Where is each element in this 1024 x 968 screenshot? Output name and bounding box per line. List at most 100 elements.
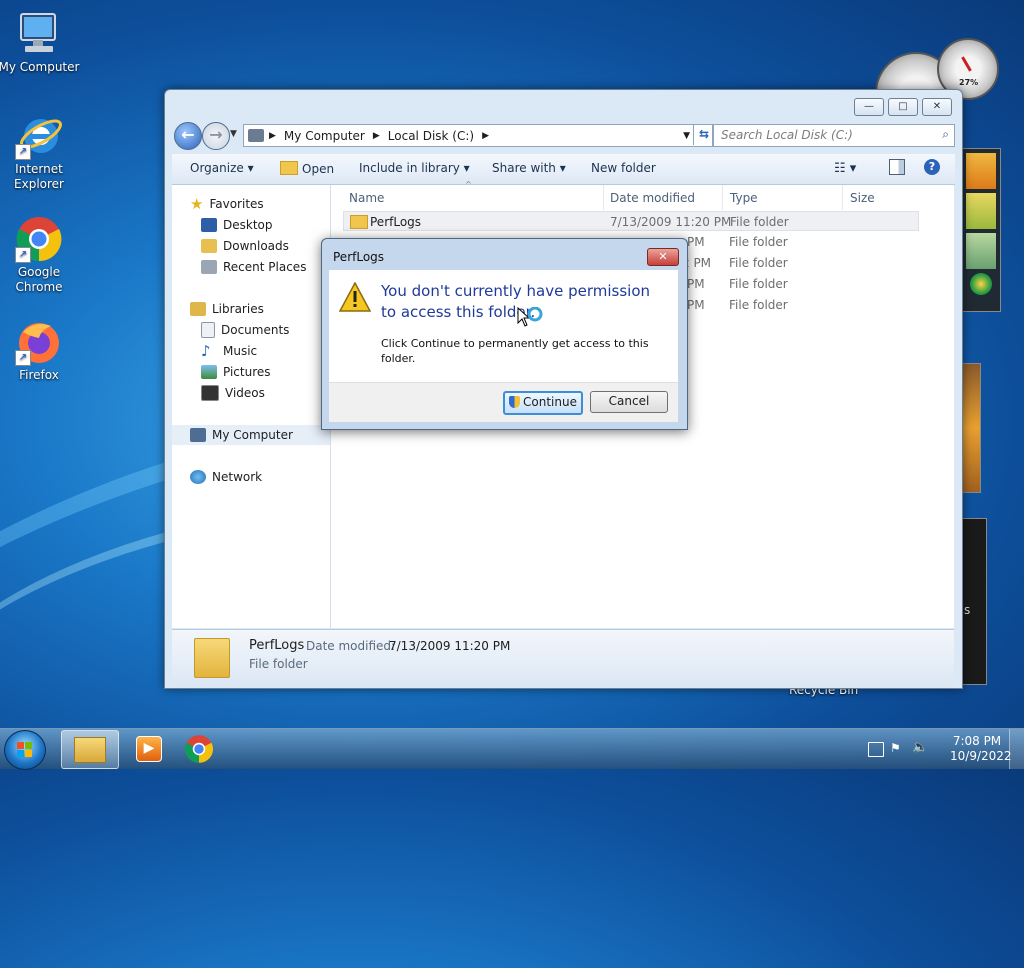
file-date: PM — [687, 298, 705, 312]
dialog-close-button[interactable]: ✕ — [647, 248, 679, 266]
desktop-icon-google-chrome[interactable]: ↗ Google Chrome — [0, 215, 81, 295]
maximize-button[interactable]: □ — [888, 98, 918, 116]
puzzle-gadget[interactable] — [961, 363, 981, 493]
desktop-icon-internet-explorer[interactable]: ↗ Internet Explorer — [0, 112, 81, 192]
nav-pictures[interactable]: Pictures — [201, 362, 271, 382]
desktop-icon-label: Internet — [15, 162, 63, 176]
desktop-icon-label: Google — [17, 265, 61, 279]
breadcrumb-local-disk[interactable]: Local Disk (C:) — [388, 129, 474, 143]
computer-icon — [15, 10, 63, 58]
file-date: PM — [687, 235, 705, 249]
include-in-library-button[interactable]: Include in library ▾ — [359, 161, 470, 175]
nav-desktop[interactable]: Desktop — [201, 215, 273, 235]
clock[interactable]: 7:08 PM 10/9/2022 — [950, 734, 1012, 764]
shortcut-arrow-icon: ↗ — [15, 247, 31, 263]
breadcrumb-my-computer[interactable]: My Computer — [284, 129, 365, 143]
downloads-folder-icon — [201, 239, 217, 253]
close-button[interactable]: ✕ — [922, 98, 952, 116]
volume-icon[interactable]: 🔈 — [912, 740, 928, 755]
command-bar: Organize ▾ Open Include in library ▾ Sha… — [172, 154, 955, 185]
details-date-value: 7/13/2009 11:20 PM — [389, 639, 511, 653]
network-tray-icon[interactable] — [868, 742, 884, 757]
address-bar[interactable]: ▶ My Computer ▶ Local Disk (C:) ▶ ▼ ⇆ — [243, 124, 713, 147]
forward-button[interactable]: → — [202, 122, 230, 150]
change-view-icon[interactable]: ☷ ▾ — [834, 161, 856, 176]
permission-dialog[interactable]: PerfLogs ✕ You don't currently have perm… — [321, 238, 688, 430]
gauge-needle-icon — [961, 56, 972, 72]
file-type: File folder — [730, 215, 789, 229]
breadcrumb-separator-icon[interactable]: ▶ — [482, 131, 489, 141]
open-button[interactable]: Open — [280, 161, 334, 176]
details-type: File folder — [249, 657, 308, 671]
preview-pane-icon[interactable] — [889, 159, 905, 175]
taskbar-chrome-button[interactable] — [184, 730, 240, 767]
file-name: PerfLogs — [370, 215, 422, 229]
internet-explorer-icon: ↗ — [15, 112, 63, 160]
nav-network[interactable]: Network — [190, 467, 262, 487]
large-folder-icon — [194, 638, 230, 678]
windows-logo-icon — [17, 742, 33, 758]
breadcrumb-separator-icon[interactable]: ▶ — [269, 131, 276, 141]
desktop-icon-my-computer[interactable]: My Computer — [0, 10, 81, 75]
address-dropdown-icon[interactable]: ▼ — [683, 131, 690, 141]
file-type: File folder — [729, 235, 788, 249]
taskbar-media-player-button[interactable]: ▶ — [121, 730, 177, 767]
dialog-body: You don't currently have permission to a… — [329, 270, 678, 382]
share-with-button[interactable]: Share with ▾ — [492, 161, 566, 175]
feed-gadget[interactable]: s — [961, 518, 987, 685]
column-header-type[interactable]: Type — [730, 191, 758, 205]
clock-date: 10/9/2022 — [950, 749, 1012, 763]
organize-button[interactable]: Organize ▾ — [190, 161, 254, 175]
window-controls: — □ ✕ — [854, 98, 952, 116]
column-divider[interactable] — [722, 185, 723, 210]
desktop-icon-firefox[interactable]: ↗ Firefox — [0, 318, 81, 383]
gadget-partial-text: s — [964, 603, 971, 617]
back-button[interactable]: ← — [174, 122, 202, 150]
nav-favorites[interactable]: ★ Favorites — [190, 194, 264, 214]
network-icon — [190, 470, 206, 484]
column-divider[interactable] — [842, 185, 843, 210]
system-tray: ⚑ 🔈 7:08 PM 10/9/2022 — [854, 729, 1024, 769]
details-date-label: Date modified: — [306, 639, 396, 653]
taskbar-explorer-button[interactable] — [61, 730, 119, 769]
column-header-name[interactable]: Name — [349, 191, 384, 205]
nav-music[interactable]: ♪ Music — [201, 341, 257, 361]
libraries-icon — [190, 302, 206, 316]
column-header-size[interactable]: Size — [850, 191, 875, 205]
recent-places-icon — [201, 260, 217, 274]
search-placeholder: Search Local Disk (C:) — [721, 128, 853, 142]
show-desktop-button[interactable] — [1009, 729, 1024, 769]
folder-open-icon — [280, 161, 298, 175]
column-divider[interactable] — [603, 185, 604, 210]
search-input[interactable]: Search Local Disk (C:) ⌕ — [713, 124, 955, 147]
busy-cursor-icon — [517, 306, 543, 332]
nav-documents[interactable]: Documents — [201, 320, 289, 340]
nav-recent-places[interactable]: Recent Places — [201, 257, 306, 277]
file-row[interactable]: PerfLogs 7/13/2009 11:20 PM File folder — [343, 211, 919, 231]
taskbar: ▶ ⚑ 🔈 7:08 PM 10/9/2022 — [0, 728, 1024, 770]
column-header-date[interactable]: Date modified — [610, 191, 695, 205]
refresh-icon[interactable]: ⇆ — [693, 124, 714, 145]
star-icon: ★ — [190, 195, 204, 213]
slideshow-gadget[interactable] — [961, 148, 1001, 312]
recent-pages-dropdown[interactable]: ▼ — [230, 129, 237, 139]
nav-videos[interactable]: Videos — [201, 383, 265, 403]
computer-small-icon — [190, 428, 206, 442]
nav-libraries[interactable]: Libraries — [190, 299, 264, 319]
desktop-icon-label: My Computer — [0, 60, 80, 74]
desktop-icon-label: Chrome — [15, 280, 63, 294]
cancel-button[interactable]: Cancel — [590, 391, 668, 413]
pictures-icon — [201, 365, 217, 379]
help-icon[interactable]: ? — [924, 159, 940, 175]
minimize-button[interactable]: — — [854, 98, 884, 116]
details-name: PerfLogs — [249, 638, 305, 653]
shortcut-arrow-icon: ↗ — [15, 144, 31, 160]
breadcrumb-separator-icon[interactable]: ▶ — [373, 131, 380, 141]
continue-button[interactable]: Continue — [503, 391, 583, 415]
start-button[interactable] — [4, 730, 46, 770]
nav-downloads[interactable]: Downloads — [201, 236, 289, 256]
action-center-flag-icon[interactable]: ⚑ — [890, 741, 902, 755]
desktop-icon — [201, 218, 217, 232]
new-folder-button[interactable]: New folder — [591, 161, 656, 175]
nav-my-computer[interactable]: My Computer — [172, 425, 330, 445]
